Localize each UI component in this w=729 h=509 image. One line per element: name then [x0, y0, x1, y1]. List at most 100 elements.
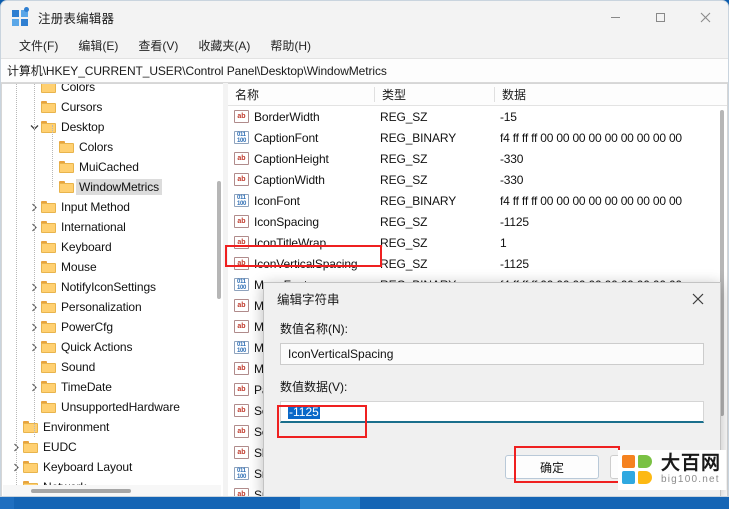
value-name-text: IconVerticalSpacing: [288, 347, 394, 361]
string-value-icon: ab: [234, 173, 249, 186]
maximize-button[interactable]: [638, 1, 683, 34]
value-name-cell: IconTitleWrap: [254, 235, 327, 250]
ok-button[interactable]: 确定: [505, 455, 599, 479]
tree-item-label: Input Method: [61, 200, 130, 214]
tree-item-windowmetrics[interactable]: WindowMetrics: [2, 177, 223, 197]
table-row[interactable]: ab IconTitleWrap REG_SZ 1: [228, 232, 727, 253]
tree-item-international[interactable]: International: [2, 217, 223, 237]
tree-item-colors[interactable]: Colors: [2, 137, 223, 157]
value-type-cell: REG_SZ: [380, 235, 428, 250]
menu-file[interactable]: 文件(F): [10, 35, 67, 57]
menu-help[interactable]: 帮助(H): [261, 35, 320, 57]
list-column-headers: 名称 类型 数据: [228, 84, 727, 106]
tree-guide-line: [34, 84, 35, 437]
table-row[interactable]: 011 100 CaptionFont REG_BINARY f4 ff ff ff 0…: [228, 127, 727, 148]
tree-item-label: NotifyIconSettings: [61, 280, 156, 294]
tree-item-powercfg[interactable]: PowerCfg: [2, 317, 223, 337]
close-button[interactable]: [683, 1, 728, 34]
value-type-cell: REG_SZ: [380, 214, 428, 229]
value-data-input[interactable]: -1125: [280, 401, 704, 423]
tree-item-sound[interactable]: Sound: [2, 357, 223, 377]
value-data-cell: -1125: [500, 214, 529, 229]
tree-item-label: Personalization: [61, 300, 142, 314]
tree-vertical-scrollbar[interactable]: [216, 85, 222, 485]
tree-item-timedate[interactable]: TimeDate: [2, 377, 223, 397]
string-value-icon: ab: [234, 110, 249, 123]
tree-item-quick-actions[interactable]: Quick Actions: [2, 337, 223, 357]
registry-tree-pane[interactable]: Colors Cursors Desktop Colors MuiCached Windo…: [1, 83, 223, 496]
tree-item-notifyiconsettings[interactable]: NotifyIconSettings: [2, 277, 223, 297]
folder-icon: [41, 361, 56, 373]
tree-item-eudc[interactable]: EUDC: [2, 437, 223, 457]
tree-guide-line: [52, 125, 53, 187]
menu-edit[interactable]: 编辑(E): [69, 35, 127, 57]
value-type-cell: REG_SZ: [380, 256, 428, 271]
tree-item-label: Desktop: [61, 120, 105, 134]
tree-item-cursors[interactable]: Cursors: [2, 97, 223, 117]
tree-item-label: EUDC: [43, 440, 77, 454]
tree-item-label: International: [61, 220, 126, 234]
tree-horizontal-scrollbar[interactable]: [3, 485, 221, 496]
dialog-close-icon[interactable]: [676, 283, 720, 314]
title-bar: 注册表编辑器: [1, 1, 728, 34]
string-value-icon: ab: [234, 320, 249, 333]
menu-favorites[interactable]: 收藏夹(A): [189, 35, 259, 57]
tree-item-environment[interactable]: Environment: [2, 417, 223, 437]
table-row[interactable]: ab IconVerticalSpacing REG_SZ -1125: [228, 253, 727, 274]
tree-item-keyboard[interactable]: Keyboard: [2, 237, 223, 257]
tree-guide-line: [16, 84, 17, 496]
folder-icon: [41, 101, 56, 113]
string-value-icon: ab: [234, 446, 249, 459]
tree-item-mouse[interactable]: Mouse: [2, 257, 223, 277]
string-value-icon: ab: [234, 488, 249, 496]
tree-item-colors[interactable]: Colors: [2, 83, 223, 97]
minimize-button[interactable]: [593, 1, 638, 34]
tree-item-keyboard-layout[interactable]: Keyboard Layout: [2, 457, 223, 477]
menu-view[interactable]: 查看(V): [129, 35, 187, 57]
value-data-cell: -1125: [500, 256, 529, 271]
dialog-body: 数值名称(N): IconVerticalSpacing 数值数据(V): -1…: [264, 314, 720, 423]
tree-item-label: Sound: [61, 360, 96, 374]
table-row[interactable]: 011 100 IconFont REG_BINARY f4 ff ff ff 00 0…: [228, 190, 727, 211]
tree-item-muicached[interactable]: MuiCached: [2, 157, 223, 177]
table-row[interactable]: ab CaptionHeight REG_SZ -330: [228, 148, 727, 169]
folder-icon: [41, 201, 56, 213]
value-name-cell: IconSpacing: [254, 214, 319, 229]
column-header-type[interactable]: 类型: [375, 84, 495, 105]
taskbar-segment: [300, 497, 360, 509]
folder-icon: [41, 341, 56, 353]
tree-item-label: Mouse: [61, 260, 97, 274]
column-header-data[interactable]: 数据: [495, 84, 727, 105]
window-controls: [593, 1, 728, 34]
tree-item-label: Cursors: [61, 100, 103, 114]
string-value-icon: ab: [234, 215, 249, 228]
string-value-icon: ab: [234, 299, 249, 312]
tree-item-unsupportedhardware[interactable]: UnsupportedHardware: [2, 397, 223, 417]
table-row[interactable]: ab BorderWidth REG_SZ -15: [228, 106, 727, 127]
tree-item-label: WindowMetrics: [76, 179, 163, 195]
folder-icon: [41, 381, 56, 393]
tree-item-desktop[interactable]: Desktop: [2, 117, 223, 137]
table-row[interactable]: ab CaptionWidth REG_SZ -330: [228, 169, 727, 190]
tree-item-input-method[interactable]: Input Method: [2, 197, 223, 217]
column-header-name[interactable]: 名称: [228, 84, 375, 105]
taskbar-segment: [0, 497, 14, 509]
binary-value-icon: 011 100: [234, 467, 249, 480]
table-row[interactable]: ab IconSpacing REG_SZ -1125: [228, 211, 727, 232]
watermark-logo-icon: [621, 455, 654, 485]
value-data-cell: -330: [500, 151, 524, 166]
folder-icon: [59, 161, 74, 173]
folder-icon: [23, 461, 38, 473]
address-bar[interactable]: 计算机\HKEY_CURRENT_USER\Control Panel\Desk…: [1, 59, 728, 83]
value-data-cell: -15: [500, 109, 517, 124]
registry-editor-icon: [12, 7, 29, 26]
dialog-title: 编辑字符串: [277, 293, 340, 307]
dialog-title-bar: 编辑字符串: [264, 283, 720, 314]
window-title: 注册表编辑器: [38, 12, 115, 26]
folder-icon: [41, 321, 56, 333]
string-value-icon: ab: [234, 362, 249, 375]
tree-item-personalization[interactable]: Personalization: [2, 297, 223, 317]
tree-item-label: Colors: [61, 83, 96, 94]
value-name-input[interactable]: IconVerticalSpacing: [280, 343, 704, 365]
tree-item-label: Environment: [43, 420, 110, 434]
